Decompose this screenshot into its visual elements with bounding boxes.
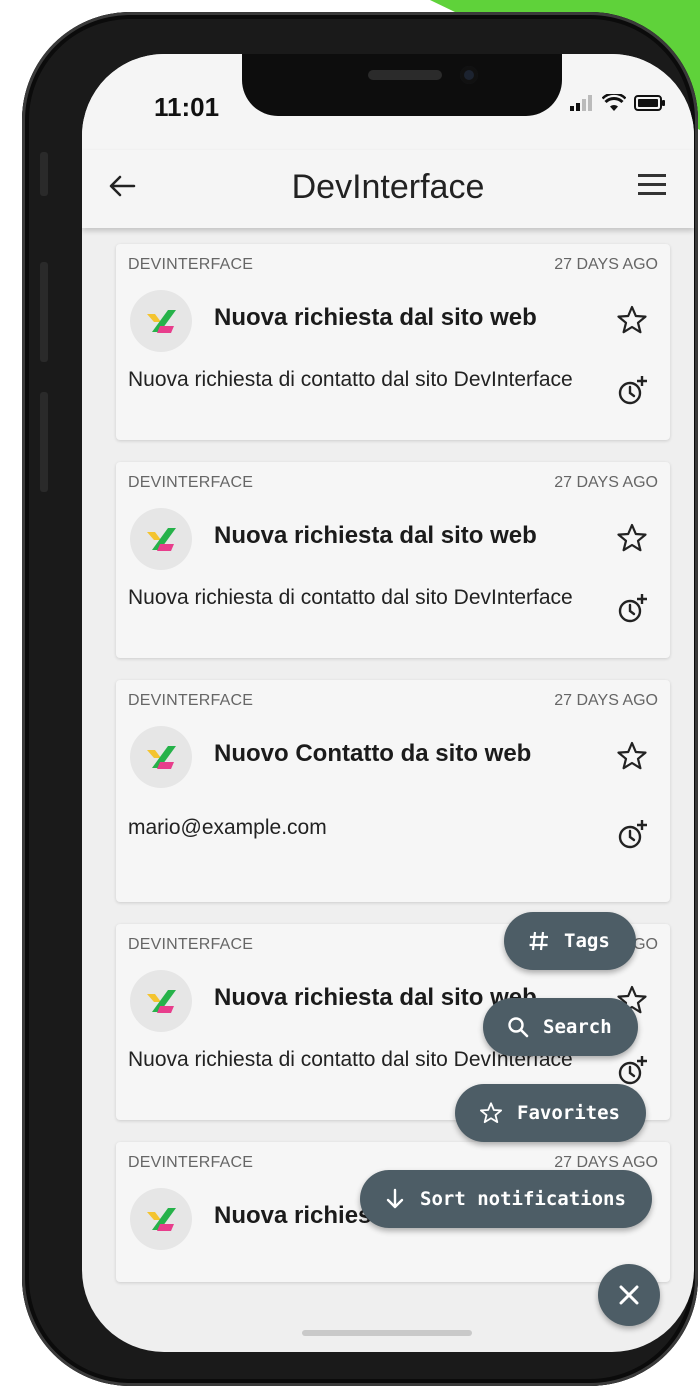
favorites-label: Favorites	[517, 1102, 620, 1124]
page-title: DevInterface	[291, 168, 485, 206]
notification-card[interactable]: DEVINTERFACE 27 DAYS AGO Nuovo Contatto …	[116, 680, 670, 902]
sort-notifications-label: Sort notifications	[420, 1188, 626, 1210]
star-outline-icon[interactable]	[616, 522, 648, 554]
wifi-icon	[602, 94, 626, 111]
signal-icon	[570, 95, 592, 111]
search-label: Search	[543, 1016, 612, 1038]
app-bar: DevInterface	[82, 150, 694, 228]
hash-icon	[529, 931, 548, 951]
notch	[242, 54, 562, 116]
notification-source: DEVINTERFACE	[128, 936, 254, 953]
devinterface-logo	[130, 290, 192, 352]
tags-label: Tags	[564, 930, 610, 952]
notification-age: 27 DAYS AGO	[554, 692, 658, 709]
notification-card[interactable]: DEVINTERFACE 27 DAYS AGO Nuova richiesta…	[116, 244, 670, 440]
devinterface-logo	[130, 508, 192, 570]
devinterface-logo	[130, 726, 192, 788]
hamburger-menu-icon[interactable]	[634, 168, 670, 204]
speaker-grille	[368, 70, 442, 80]
star-outline-icon	[479, 1102, 503, 1124]
star-outline-icon[interactable]	[616, 304, 648, 336]
notification-body: Nuova richiesta di contatto dal sito Dev…	[128, 586, 573, 609]
volume-down-button	[40, 392, 48, 492]
search-fab[interactable]: Search	[483, 998, 638, 1056]
notification-title: Nuova richiesta dal sito web	[214, 984, 537, 1011]
arrow-down-icon	[386, 1188, 404, 1209]
notification-source: DEVINTERFACE	[128, 692, 254, 709]
devinterface-logo	[130, 1188, 192, 1250]
star-outline-icon[interactable]	[616, 740, 648, 772]
notification-card[interactable]: DEVINTERFACE 27 DAYS AGO Nuova richiesta…	[116, 462, 670, 658]
mute-switch	[40, 152, 48, 196]
battery-icon	[634, 95, 665, 111]
notification-source: DEVINTERFACE	[128, 1154, 254, 1171]
status-time: 11:01	[154, 92, 220, 122]
notification-list: DEVINTERFACE 27 DAYS AGO Nuova richiesta…	[116, 244, 670, 1304]
phone-frame: 11:01 DevInterface DEVINTERFACE 27 DAYS …	[22, 12, 698, 1386]
devinterface-logo	[130, 970, 192, 1032]
notification-age: 27 DAYS AGO	[554, 256, 658, 273]
favorites-fab[interactable]: Favorites	[455, 1084, 646, 1142]
notification-title: Nuova richiesta dal sito web	[214, 304, 537, 331]
notification-body: Nuova richiesta di contatto dal sito Dev…	[128, 368, 573, 391]
close-icon	[619, 1285, 639, 1305]
sort-notifications-fab[interactable]: Sort notifications	[360, 1170, 652, 1228]
notification-title: Nuova richiesta dal sito web	[214, 522, 537, 549]
volume-up-button	[40, 262, 48, 362]
snooze-clock-icon[interactable]	[616, 374, 650, 408]
snooze-clock-icon[interactable]	[616, 592, 650, 626]
snooze-clock-icon[interactable]	[616, 818, 650, 852]
notification-age: 27 DAYS AGO	[554, 474, 658, 491]
search-icon	[508, 1017, 529, 1038]
home-indicator	[302, 1330, 472, 1336]
close-fab-button[interactable]	[598, 1264, 660, 1326]
front-camera	[460, 66, 478, 84]
snooze-clock-icon[interactable]	[616, 1054, 650, 1088]
screen: 11:01 DevInterface DEVINTERFACE 27 DAYS …	[82, 54, 694, 1352]
notification-source: DEVINTERFACE	[128, 474, 254, 491]
notification-source: DEVINTERFACE	[128, 256, 254, 273]
notification-body: mario@example.com	[128, 816, 327, 839]
notification-title: Nuovo Contatto da sito web	[214, 740, 532, 767]
status-icons	[570, 94, 666, 112]
tags-fab[interactable]: Tags	[504, 912, 636, 970]
